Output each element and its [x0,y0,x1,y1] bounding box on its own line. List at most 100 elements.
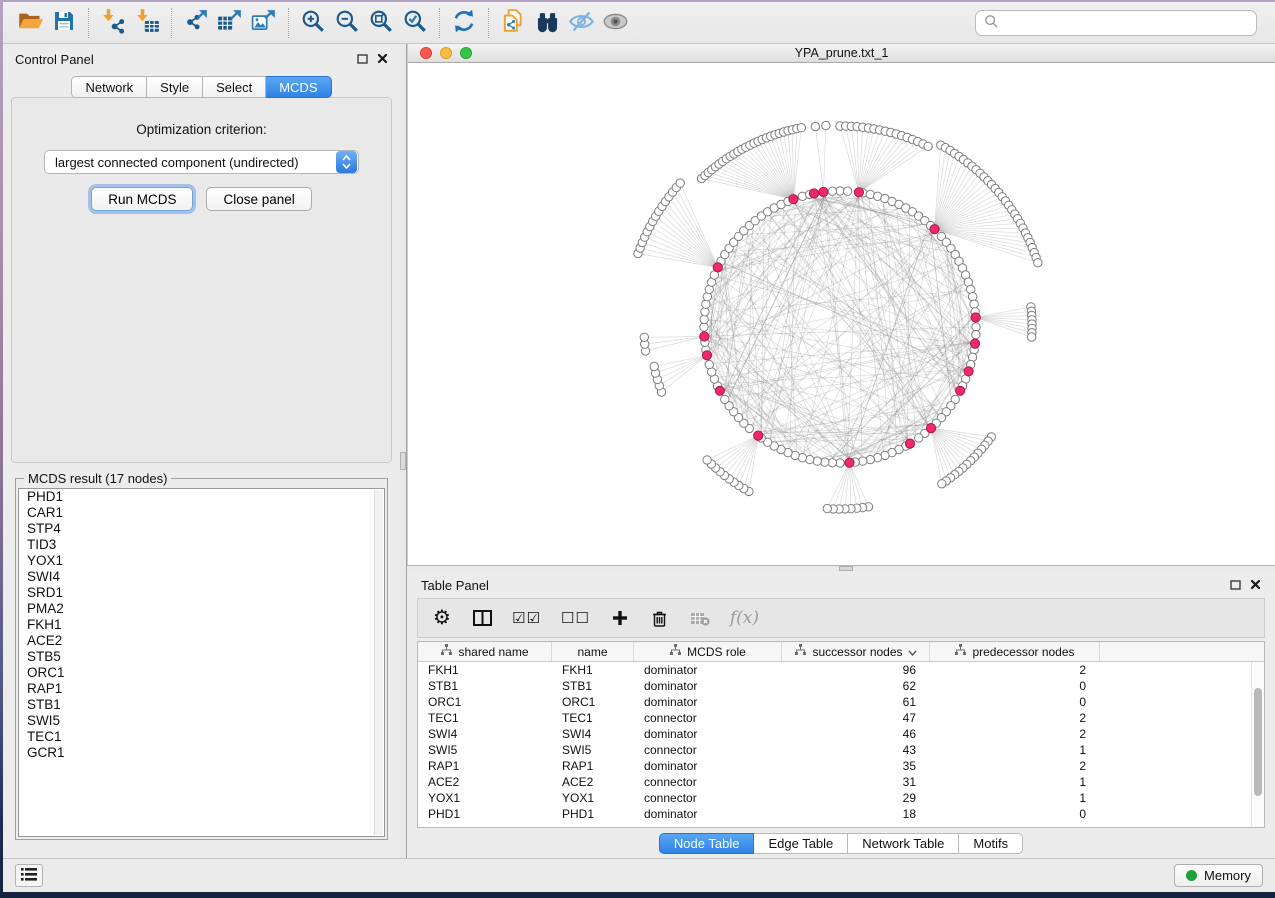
select-stepper-icon [336,151,357,173]
sort-chevron-icon [908,645,917,659]
control-panel-title: Control Panel [15,52,94,67]
float-panel-icon[interactable] [1230,578,1241,593]
table-row[interactable]: SWI5SWI5connector431 [418,742,1264,758]
column-header-mcds-role[interactable]: MCDS role [634,642,782,661]
find-binoculars-button[interactable] [530,6,564,40]
mcds-result-item[interactable]: FKH1 [19,617,384,633]
mcds-result-item[interactable]: ORC1 [19,665,384,681]
import-network-button[interactable] [96,6,130,40]
close-panel-icon[interactable] [1250,578,1261,593]
hide-eye-button[interactable] [564,6,598,40]
mcds-result-item[interactable]: PHD1 [19,489,384,505]
mcds-result-item[interactable]: STB5 [19,649,384,665]
column-header-predecessor-nodes[interactable]: predecessor nodes [930,642,1100,661]
table-row[interactable]: PHD1PHD1dominator180 [418,806,1264,822]
column-header-shared-name[interactable]: shared name [418,642,552,661]
mcds-result-item[interactable]: YOX1 [19,553,384,569]
zoom-selected-button[interactable] [398,6,432,40]
tab-edge-table[interactable]: Edge Table [754,833,848,854]
mcds-result-item[interactable]: GCR1 [19,745,384,761]
tab-style[interactable]: Style [147,76,203,98]
deselect-all-icon[interactable]: ☐☐ [561,606,590,630]
zoom-fit-button[interactable] [364,6,398,40]
column-header-successor-nodes[interactable]: successor nodes [782,642,930,661]
mcds-result-item[interactable]: SRD1 [19,585,384,601]
add-column-icon[interactable] [610,606,630,630]
mcds-result-item[interactable]: STP4 [19,521,384,537]
clone-network-button[interactable] [496,6,530,40]
mcds-result-item[interactable]: PMA2 [19,601,384,617]
table-cell: STB1 [418,678,552,694]
float-panel-icon[interactable] [357,52,368,67]
table-row[interactable]: RAP1RAP1dominator352 [418,758,1264,774]
mcds-result-item[interactable]: TID3 [19,537,384,553]
table-row[interactable]: TEC1TEC1connector472 [418,710,1264,726]
run-mcds-button[interactable]: Run MCDS [91,187,193,211]
close-panel-icon[interactable] [377,52,388,67]
optimization-select[interactable]: largest connected component (undirected) [44,150,359,174]
refresh-view-button[interactable] [447,6,481,40]
table-row[interactable]: FKH1FKH1dominator962 [418,662,1264,678]
export-network-icon [183,8,209,37]
zoom-out-button[interactable] [330,6,364,40]
tab-mcds[interactable]: MCDS [266,76,331,98]
mcds-result-item[interactable]: RAP1 [19,681,384,697]
tab-select[interactable]: Select [203,76,266,98]
export-image-button[interactable] [247,6,281,40]
birdseye-button[interactable] [598,6,632,40]
network-window-titlebar[interactable]: YPA_prune.txt_1 [408,44,1275,63]
mcds-result-item[interactable]: ACE2 [19,633,384,649]
optimization-value: largest connected component (undirected) [45,155,335,170]
column-header-label: successor nodes [812,645,902,659]
table-cell: STB1 [552,678,634,694]
table-row[interactable]: ORC1ORC1dominator610 [418,694,1264,710]
export-network-button[interactable] [179,6,213,40]
panel-list-button[interactable] [15,864,43,887]
column-settings-icon[interactable]: ⚙ [432,606,452,630]
mcds-result-item[interactable]: CAR1 [19,505,384,521]
tab-motifs[interactable]: Motifs [959,833,1023,854]
table-row[interactable]: YOX1YOX1connector291 [418,790,1264,806]
search-input[interactable] [1005,15,1248,30]
memory-button[interactable]: Memory [1174,864,1263,887]
tab-network[interactable]: Network [71,76,147,98]
column-header-name[interactable]: name [552,642,634,661]
split-columns-icon[interactable] [472,606,492,630]
table-row[interactable]: ACE2ACE2connector311 [418,774,1264,790]
tab-node-table[interactable]: Node Table [659,833,755,854]
table-panel-title: Table Panel [421,578,489,593]
table-scrollbar[interactable] [1251,662,1264,827]
table-cell: 18 [782,806,930,822]
zoom-in-button[interactable] [296,6,330,40]
import-table-button[interactable] [130,6,164,40]
tab-network-table[interactable]: Network Table [848,833,959,854]
mcds-list-scrollbar[interactable] [374,490,383,835]
splitter-handle[interactable] [400,452,406,470]
node-table-header: shared namenameMCDS role successor nodes p… [418,642,1264,662]
open-file-button[interactable] [13,6,47,40]
splitter-handle[interactable] [839,566,853,571]
zoom-out-icon [334,8,360,37]
horizontal-splitter[interactable] [407,565,1275,571]
zoom-selected-icon [402,8,428,37]
mcds-result-item[interactable]: STB1 [19,697,384,713]
table-scrollbar-thumb[interactable] [1254,688,1262,796]
select-all-icon[interactable]: ☑☑ [512,606,541,630]
table-row[interactable]: SWI4SWI4dominator462 [418,726,1264,742]
mcds-result-item[interactable]: SWI5 [19,713,384,729]
save-session-button[interactable] [47,6,81,40]
delete-column-icon[interactable] [650,606,670,630]
table-row[interactable]: STB1STB1dominator620 [418,678,1264,694]
mcds-result-item[interactable]: TEC1 [19,729,384,745]
toolbar-separator [488,8,489,38]
close-panel-button[interactable]: Close panel [206,187,311,211]
zoom-in-icon [300,8,326,37]
table-cell: 47 [782,710,930,726]
vertical-splitter[interactable] [400,44,407,858]
network-graph[interactable] [408,63,1275,565]
export-table-button[interactable] [213,6,247,40]
toolbar-separator [439,8,440,38]
network-canvas[interactable] [408,63,1275,565]
mcds-result-list[interactable]: PHD1CAR1STP4TID3YOX1SWI4SRD1PMA2FKH1ACE2… [18,488,385,837]
mcds-result-item[interactable]: SWI4 [19,569,384,585]
